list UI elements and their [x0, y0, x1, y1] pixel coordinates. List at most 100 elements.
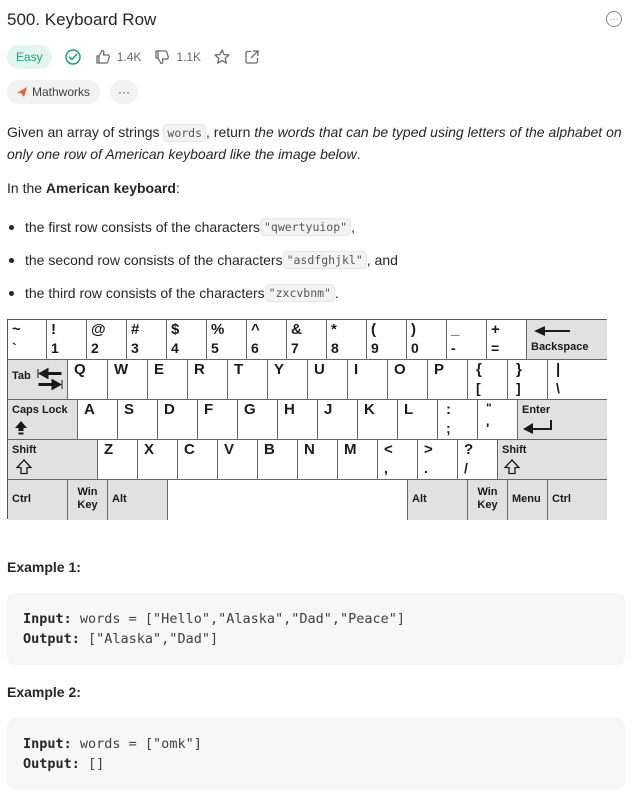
key-letter: A — [84, 401, 95, 418]
key-letter: Z — [104, 441, 114, 458]
key-letter: N — [304, 441, 315, 458]
keyboard-key: X — [138, 440, 178, 480]
keyboard-key: T — [228, 360, 268, 400]
difficulty-badge[interactable]: Easy — [7, 45, 52, 69]
keyboard-key: E — [148, 360, 188, 400]
key-letter: T — [234, 361, 244, 378]
key-label: Enter — [522, 404, 551, 416]
keyboard-key: S — [118, 400, 158, 440]
keyboard-key: ! 1 — [47, 320, 87, 360]
left-alt-key: Alt — [108, 480, 168, 520]
like-button[interactable]: 1.4K — [94, 48, 141, 66]
share-icon — [245, 50, 259, 64]
key-label: Shift — [502, 444, 527, 456]
key-letter: H — [284, 401, 295, 418]
keyboard-key: ) 0 — [407, 320, 447, 360]
backspace-arrow-icon — [534, 326, 570, 336]
key-top: + — [491, 321, 500, 338]
bullet-dot — [9, 224, 14, 230]
key-top: * — [331, 321, 337, 338]
company-tag-label: Mathworks — [32, 85, 91, 99]
more-tags-button[interactable]: ··· — [110, 80, 139, 104]
key-label: Backspace — [531, 341, 589, 353]
key-bottom: 4 — [171, 340, 179, 356]
keyboard-key: Q — [68, 360, 108, 400]
example-2-label: Example 2: — [7, 684, 81, 700]
keyboard-key: ? / — [458, 440, 498, 480]
keyboard-key: >. — [418, 440, 458, 480]
dislike-button[interactable]: 1.1K — [153, 48, 201, 66]
title-row: 500. Keyboard Row ··· — [7, 8, 631, 32]
key-letter: V — [224, 441, 235, 458]
input-label: Input: — [23, 611, 72, 627]
key-label: Win Key — [77, 486, 98, 511]
key-letter: B — [264, 441, 275, 458]
key-label: Shift — [12, 444, 37, 456]
enter-arrow-icon — [523, 420, 552, 434]
keyboard-key: I — [348, 360, 388, 400]
keyboard-key: :; — [438, 400, 478, 440]
key-label: Alt — [112, 493, 127, 505]
key-letter: U — [314, 361, 325, 378]
keyboard-key: @2 — [87, 320, 127, 360]
keyboard-key: <, — [378, 440, 418, 480]
keyboard-key: C — [178, 440, 218, 480]
key-label: Ctrl — [12, 493, 31, 505]
key-label: Alt — [412, 493, 427, 505]
key-bottom: ; — [446, 420, 451, 436]
key-bottom: \ — [556, 380, 560, 396]
keyboard-key: _ - — [447, 320, 487, 360]
key-top: ! — [51, 321, 56, 338]
desc-text: . — [356, 146, 361, 162]
description-paragraph: Given an array of strings words, return … — [7, 122, 622, 165]
share-button[interactable] — [243, 48, 261, 66]
key-label: Tab — [12, 370, 31, 382]
example-1-output-line: Output: ["Alaska","Dad"] — [23, 629, 609, 649]
keyboard-key: G — [238, 400, 278, 440]
menu-key: Menu — [508, 480, 548, 520]
left-shift-key: Shift — [8, 440, 98, 480]
key-bottom: 1 — [51, 340, 59, 356]
keyboard-key: D — [158, 400, 198, 440]
input-label: Input: — [23, 736, 72, 752]
bullet-tail: , and — [366, 252, 398, 268]
key-bottom: . — [424, 460, 428, 476]
shift-arrow-icon — [504, 459, 520, 475]
output-value: ["Alaska","Dad"] — [79, 631, 219, 647]
right-win-key: Win Key — [468, 480, 508, 520]
mathworks-logo-icon — [17, 87, 27, 97]
key-letter: O — [394, 361, 406, 378]
keyboard-key: #3 — [127, 320, 167, 360]
key-letter: I — [354, 361, 359, 378]
key-bottom: 5 — [211, 340, 219, 356]
bullet-text: the second row consists of the character… — [25, 252, 283, 268]
favorite-button[interactable] — [213, 48, 231, 66]
key-letter: E — [154, 361, 165, 378]
key-top: : — [446, 401, 451, 418]
tags-row: Mathworks ··· — [7, 80, 139, 104]
bullet-dot — [9, 290, 14, 296]
key-letter: D — [164, 401, 175, 418]
more-options-icon[interactable]: ··· — [606, 11, 622, 27]
key-top: < — [384, 441, 393, 458]
key-top: | — [556, 361, 561, 378]
keyboard-key: A — [78, 400, 118, 440]
keyboard-key: N — [298, 440, 338, 480]
meta-row: Easy 1.4K 1.1K — [7, 45, 261, 69]
key-top: ? — [464, 441, 474, 458]
key-bottom: - — [451, 340, 456, 356]
key-top: % — [211, 321, 225, 338]
desc-text: , return — [206, 124, 255, 140]
keyboard-key: Y — [268, 360, 308, 400]
bullet-code: "qwertyuiop" — [259, 218, 352, 236]
key-bottom: ` — [12, 340, 17, 356]
key-label: Caps Lock — [12, 404, 68, 416]
intro-text: : — [175, 180, 180, 196]
key-bottom: [ — [476, 380, 481, 396]
key-letter: J — [324, 401, 333, 418]
key-top: > — [424, 441, 433, 458]
key-letter: R — [194, 361, 205, 378]
company-tag[interactable]: Mathworks — [7, 80, 101, 104]
keyboard-key: R — [188, 360, 228, 400]
key-letter: X — [144, 441, 155, 458]
